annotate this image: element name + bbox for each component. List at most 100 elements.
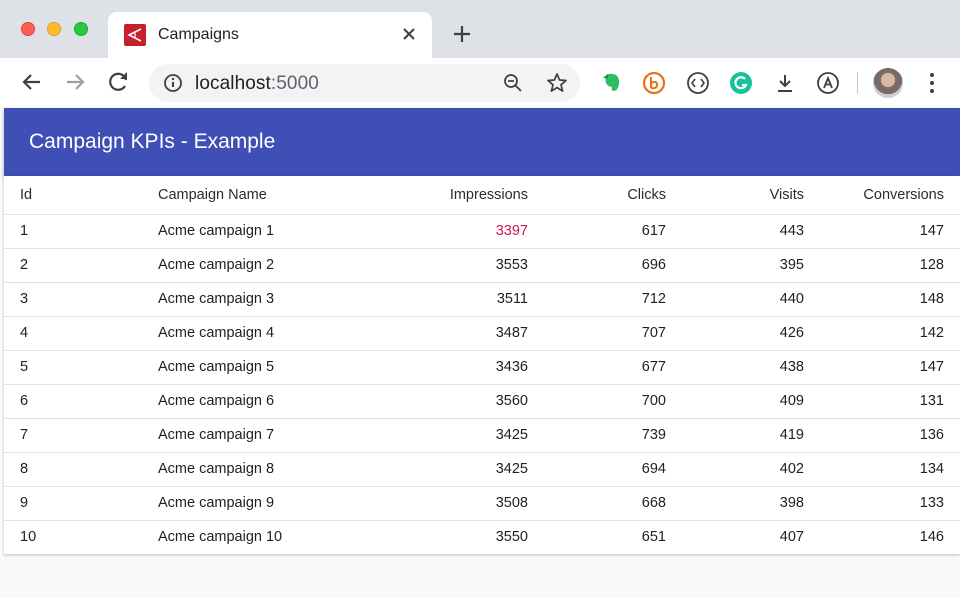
reload-icon[interactable]: [105, 68, 133, 96]
campaign-favicon-icon: [124, 24, 146, 46]
cell-campaign-name: Acme campaign 7: [158, 418, 378, 453]
column-header-campaign-name[interactable]: Campaign Name: [158, 176, 378, 215]
cell-campaign-name: Acme campaign 3: [158, 282, 378, 317]
minimize-window-icon[interactable]: [47, 22, 61, 36]
cell-impressions: 3508: [378, 486, 528, 521]
cell-id: 9: [4, 486, 158, 521]
zoom-out-icon[interactable]: [503, 73, 523, 93]
cell-clicks: 712: [528, 282, 666, 317]
cell-conversions: 131: [804, 384, 960, 419]
browser-window: Campaigns localhost:5000 Campaign KPIs -…: [0, 0, 960, 598]
cell-visits: 407: [779, 529, 804, 546]
cell-campaign-name: Acme campaign 5: [158, 350, 378, 385]
cell-id: 3: [4, 282, 158, 317]
table-row[interactable]: 1 Acme campaign 1 3397 617 443 147: [4, 214, 960, 249]
cell-campaign-name: Acme campaign 10: [158, 529, 283, 546]
cell-campaign-name: Acme campaign 6: [158, 384, 378, 419]
cell-impressions: 3511: [378, 282, 528, 317]
table-row[interactable]: 10 Acme campaign 10 3550 651 407 146: [4, 520, 960, 554]
cell-visits: 443: [666, 214, 804, 249]
table-row[interactable]: 5 Acme campaign 5 3436 677 438 147: [4, 350, 960, 385]
column-header-conversions[interactable]: Conversions: [804, 176, 960, 215]
cell-id: 10: [20, 529, 37, 546]
cell-id: 7: [4, 418, 158, 453]
cell-impressions: 3553: [378, 248, 528, 283]
cell-clicks: 696: [528, 248, 666, 283]
cell-clicks: 700: [528, 384, 666, 419]
cell-visits: 402: [666, 452, 804, 487]
cell-campaign-name: Acme campaign 9: [158, 486, 378, 521]
evernote-icon[interactable]: [599, 70, 625, 96]
url-text: localhost:5000: [195, 73, 319, 95]
cell-visits: 426: [666, 316, 804, 351]
table-row[interactable]: 7 Acme campaign 7 3425 739 419 136: [4, 418, 960, 453]
cell-id: 8: [4, 452, 158, 487]
url-port: :5000: [270, 73, 319, 94]
profile-avatar[interactable]: [873, 68, 903, 98]
table-row[interactable]: 9 Acme campaign 9 3508 668 398 133: [4, 486, 960, 521]
cell-clicks: 617: [528, 214, 666, 249]
address-bar[interactable]: localhost:5000: [149, 64, 580, 102]
browser-toolbar: localhost:5000: [0, 58, 960, 108]
bookmark-star-icon[interactable]: [546, 72, 568, 94]
cell-conversions: 134: [804, 452, 960, 487]
cell-campaign-name: Acme campaign 2: [158, 248, 378, 283]
cell-clicks: 739: [528, 418, 666, 453]
back-arrow-icon[interactable]: [18, 68, 46, 96]
table-row[interactable]: 6 Acme campaign 6 3560 700 409 131: [4, 384, 960, 419]
cell-impressions: 3425: [378, 452, 528, 487]
tab-campaigns[interactable]: Campaigns: [108, 12, 432, 58]
cell-visits: 440: [666, 282, 804, 317]
cell-visits: 398: [666, 486, 804, 521]
maximize-window-icon[interactable]: [74, 22, 88, 36]
cell-clicks: 651: [641, 529, 666, 546]
cell-visits: 419: [666, 418, 804, 453]
tab-strip: Campaigns: [0, 0, 960, 58]
cell-impressions: 3397: [378, 214, 528, 249]
cell-campaign-name: Acme campaign 4: [158, 316, 378, 351]
kpi-table: Id Campaign Name Impressions Clicks Visi…: [4, 176, 960, 554]
page-title: Campaign KPIs - Example: [29, 130, 276, 153]
cell-campaign-name: Acme campaign 8: [158, 452, 378, 487]
cell-impressions: 3550: [495, 529, 528, 546]
cell-impressions: 3436: [378, 350, 528, 385]
grammarly-icon[interactable]: [728, 70, 754, 96]
close-tab-icon[interactable]: [398, 23, 420, 45]
table-header-row: Id Campaign Name Impressions Clicks Visi…: [4, 176, 960, 215]
code-extension-icon[interactable]: [685, 70, 711, 96]
column-header-visits[interactable]: Visits: [666, 176, 804, 215]
cell-impressions: 3560: [378, 384, 528, 419]
table-row[interactable]: 4 Acme campaign 4 3487 707 426 142: [4, 316, 960, 351]
toolbar-divider: [857, 72, 858, 94]
cell-id: 5: [4, 350, 158, 385]
column-header-impressions[interactable]: Impressions: [378, 176, 528, 215]
info-icon[interactable]: [163, 73, 183, 93]
cell-impressions: 3487: [378, 316, 528, 351]
cell-clicks: 707: [528, 316, 666, 351]
table-row[interactable]: 2 Acme campaign 2 3553 696 395 128: [4, 248, 960, 283]
cell-impressions: 3425: [378, 418, 528, 453]
cell-clicks: 677: [528, 350, 666, 385]
cell-visits: 438: [666, 350, 804, 385]
page-content: Campaign KPIs - Example Id Campaign Name…: [0, 108, 960, 598]
column-header-id[interactable]: Id: [4, 176, 158, 215]
cell-conversions: 147: [804, 350, 960, 385]
close-window-icon[interactable]: [21, 22, 35, 36]
cell-clicks: 668: [528, 486, 666, 521]
tab-title: Campaigns: [158, 26, 239, 43]
column-header-clicks[interactable]: Clicks: [528, 176, 666, 215]
url-host: localhost: [195, 73, 271, 94]
table-row[interactable]: 3 Acme campaign 3 3511 712 440 148: [4, 282, 960, 317]
download-icon[interactable]: [772, 70, 798, 96]
cell-visits: 409: [666, 384, 804, 419]
table-row[interactable]: 8 Acme campaign 8 3425 694 402 134: [4, 452, 960, 487]
cell-conversions: 136: [804, 418, 960, 453]
forward-arrow-icon[interactable]: [61, 68, 89, 96]
cell-id: 1: [4, 214, 158, 249]
new-tab-icon[interactable]: [450, 22, 474, 46]
cell-id: 6: [4, 384, 158, 419]
b-extension-icon[interactable]: [641, 70, 667, 96]
more-menu-icon[interactable]: [922, 70, 942, 96]
table-body: 1 Acme campaign 1 3397 617 443 147 2 Acme campa…: [4, 214, 960, 554]
a-extension-icon[interactable]: [815, 70, 841, 96]
